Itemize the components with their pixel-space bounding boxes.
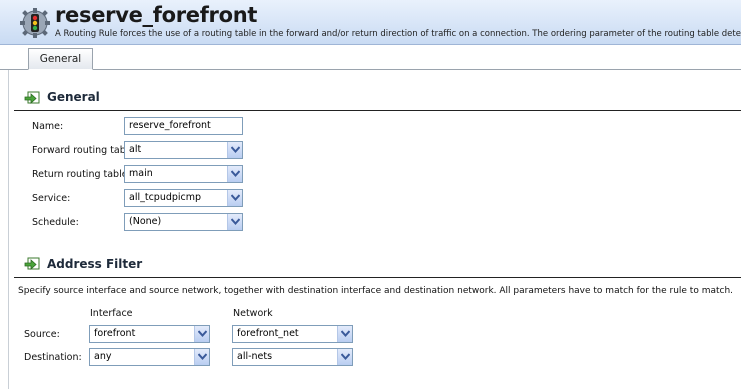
- service-label: Service:: [32, 193, 71, 204]
- name-field[interactable]: reserve_forefront: [124, 117, 243, 135]
- return-routing-table-select[interactable]: main: [124, 165, 243, 183]
- section-title-address-filter: Address Filter: [47, 257, 143, 271]
- source-interface-value: forefront: [94, 328, 136, 339]
- section-divider: [14, 277, 741, 278]
- destination-network-select[interactable]: all-nets: [232, 348, 353, 366]
- destination-interface-select[interactable]: any: [89, 348, 210, 366]
- page-header: reserve_forefront A Routing Rule forces …: [0, 0, 741, 45]
- traffic-light-gear-icon: [20, 8, 50, 38]
- return-routing-table-label: Return routing table:: [32, 169, 131, 180]
- chevron-down-icon[interactable]: [227, 214, 242, 230]
- destination-network-value: all-nets: [237, 351, 273, 362]
- arrow-into-box-icon: [24, 257, 40, 270]
- arrow-into-box-icon: [24, 91, 40, 104]
- source-network-select[interactable]: forefront_net: [232, 325, 353, 343]
- chevron-down-icon[interactable]: [227, 142, 242, 158]
- chevron-down-icon[interactable]: [194, 349, 209, 365]
- chevron-down-icon[interactable]: [194, 326, 209, 342]
- source-network-value: forefront_net: [237, 328, 299, 339]
- tab-strip: General: [0, 48, 741, 70]
- destination-label: Destination:: [24, 352, 82, 363]
- source-label: Source:: [24, 329, 60, 340]
- return-routing-table-value: main: [129, 168, 153, 179]
- schedule-label: Schedule:: [32, 217, 79, 228]
- page-title: reserve_forefront: [55, 3, 258, 27]
- source-interface-select[interactable]: forefront: [89, 325, 210, 343]
- forward-routing-table-label: Forward routing table:: [32, 145, 138, 156]
- column-header-network: Network: [233, 308, 273, 319]
- section-divider: [14, 110, 741, 111]
- chevron-down-icon[interactable]: [337, 349, 352, 365]
- column-header-interface: Interface: [90, 308, 133, 319]
- tab-general[interactable]: General: [28, 48, 93, 70]
- page-description: A Routing Rule forces the use of a routi…: [55, 29, 741, 39]
- section-title-general: General: [47, 90, 100, 104]
- forward-routing-table-value: alt: [129, 144, 142, 155]
- name-label: Name:: [32, 121, 64, 132]
- chevron-down-icon[interactable]: [337, 326, 352, 342]
- destination-interface-value: any: [94, 351, 112, 362]
- address-filter-description: Specify source interface and source netw…: [18, 286, 734, 296]
- schedule-value: (None): [129, 216, 162, 227]
- service-value: all_tcpudpicmp: [129, 192, 202, 203]
- forward-routing-table-select[interactable]: alt: [124, 141, 243, 159]
- schedule-select[interactable]: (None): [124, 213, 243, 231]
- service-select[interactable]: all_tcpudpicmp: [124, 189, 243, 207]
- chevron-down-icon[interactable]: [227, 190, 242, 206]
- chevron-down-icon[interactable]: [227, 166, 242, 182]
